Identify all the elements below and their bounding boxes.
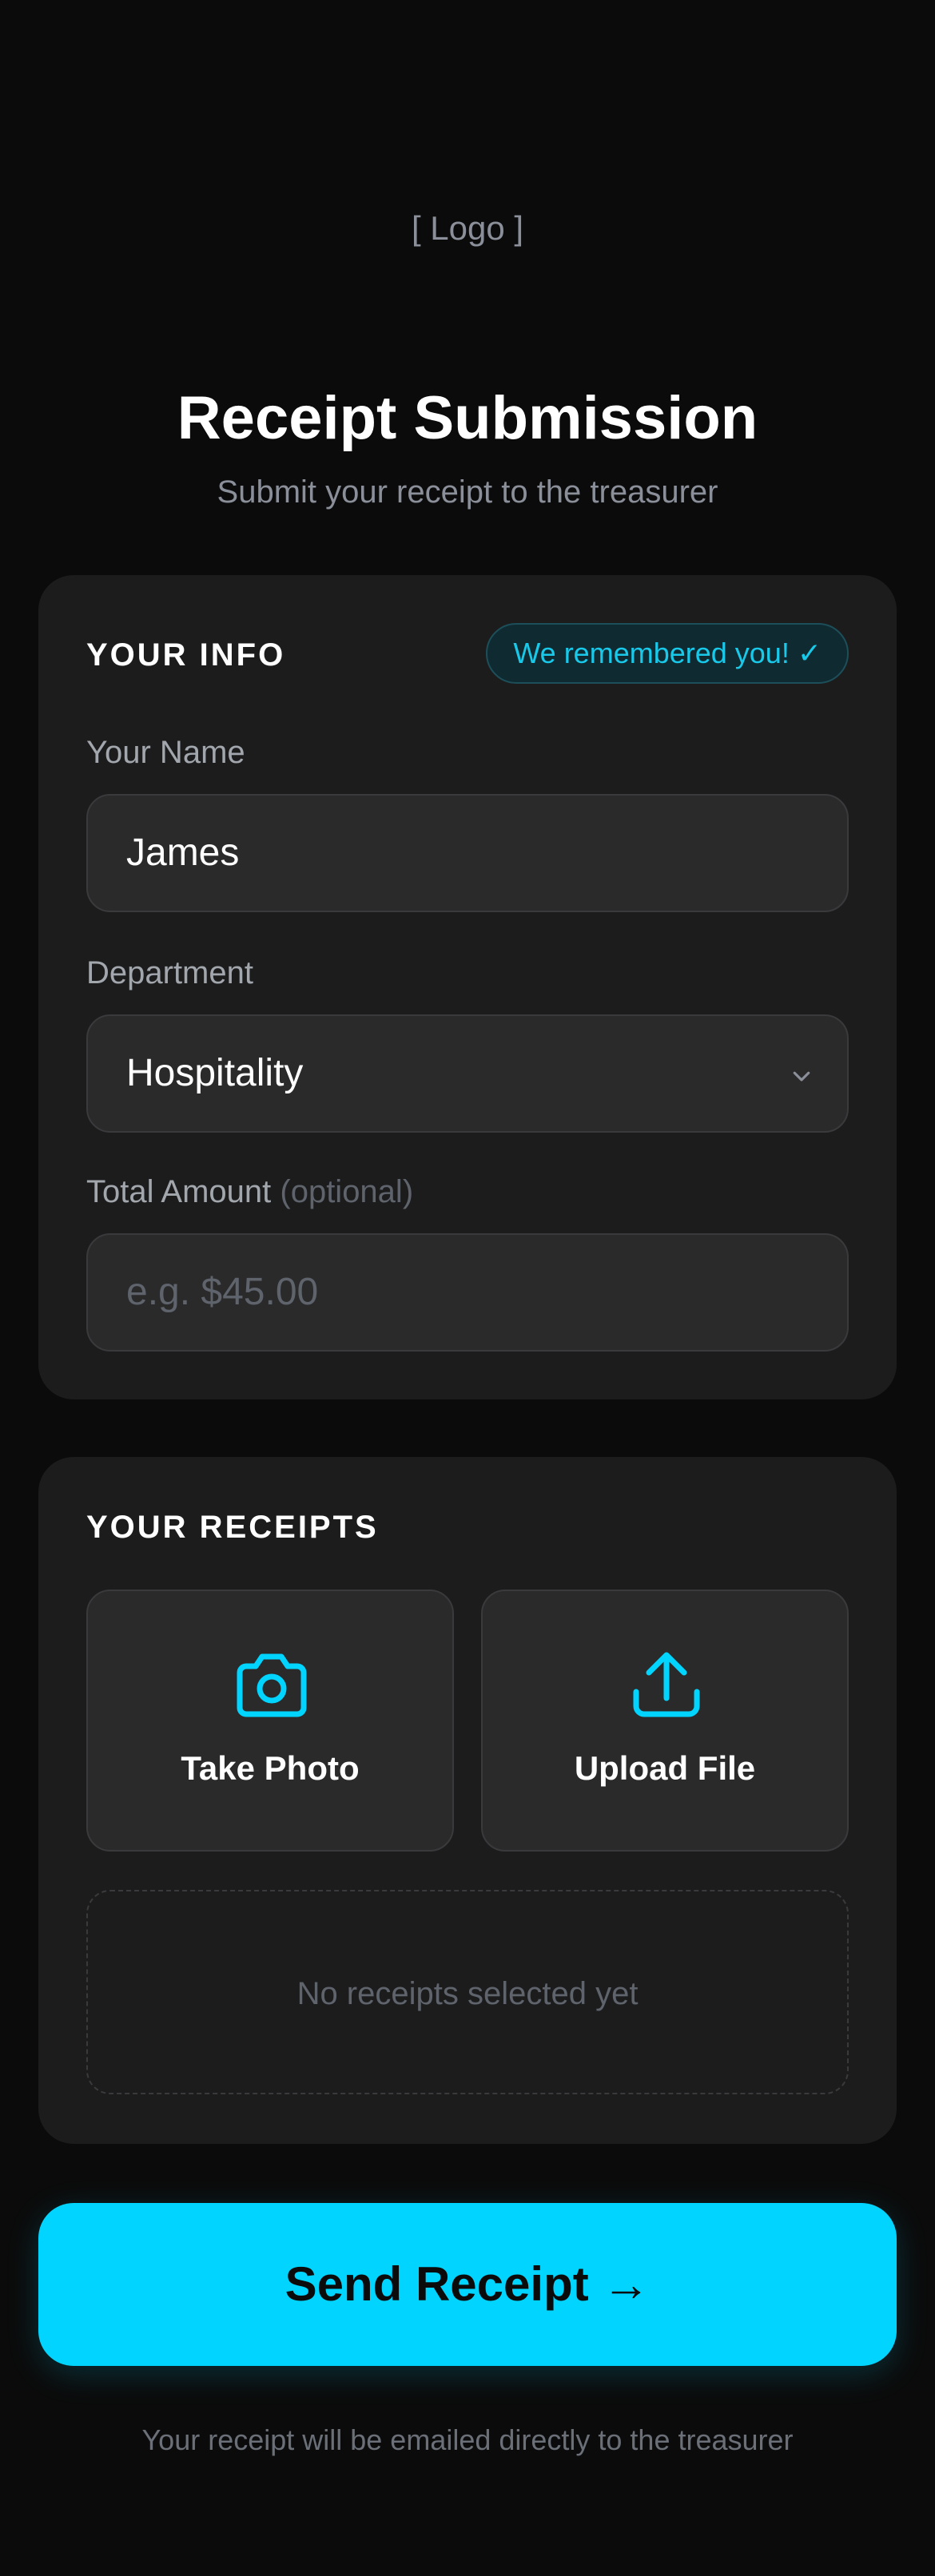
remembered-badge: We remembered you! ✓ xyxy=(486,623,849,684)
page-title: Receipt Submission xyxy=(177,384,758,452)
your-info-card: YOUR INFO We remembered you! ✓ Your Name… xyxy=(38,575,897,1399)
footer-note: Your receipt will be emailed directly to… xyxy=(141,2423,794,2456)
department-label: Department xyxy=(86,955,253,990)
your-receipts-heading: YOUR RECEIPTS xyxy=(86,1510,379,1545)
amount-label: Total Amount (optional) xyxy=(86,1174,413,1210)
empty-receipts-text: No receipts selected yet xyxy=(296,1976,639,2011)
receipts-dropzone: No receipts selected yet xyxy=(86,1890,849,2094)
amount-optional-hint: (optional) xyxy=(280,1174,414,1209)
name-label: Your Name xyxy=(86,735,245,770)
your-info-heading: YOUR INFO xyxy=(86,637,286,673)
amount-label-text: Total Amount xyxy=(86,1174,272,1209)
take-photo-label: Take Photo xyxy=(181,1749,360,1787)
your-receipts-card: YOUR RECEIPTS Take Photo Upload File No … xyxy=(38,1457,897,2144)
page-subtitle: Submit your receipt to the treasurer xyxy=(217,474,718,510)
name-input[interactable]: James xyxy=(86,794,849,912)
camera-icon xyxy=(237,1653,307,1717)
chevron-down-icon xyxy=(793,1071,810,1082)
amount-input[interactable]: e.g. $45.00 xyxy=(86,1233,849,1352)
upload-file-button[interactable]: Upload File xyxy=(481,1590,849,1852)
receipt-submission-page: [ Logo ] Receipt Submission Submit your … xyxy=(0,0,935,2576)
upload-icon xyxy=(633,1652,700,1717)
upload-file-label: Upload File xyxy=(574,1749,756,1787)
logo-placeholder: [ Logo ] xyxy=(411,209,524,247)
department-selected-value: Hospitality xyxy=(126,1052,304,1094)
send-receipt-button[interactable]: Send Receipt → xyxy=(38,2203,897,2366)
take-photo-button[interactable]: Take Photo xyxy=(86,1590,454,1852)
department-select[interactable]: Hospitality xyxy=(86,1014,849,1133)
